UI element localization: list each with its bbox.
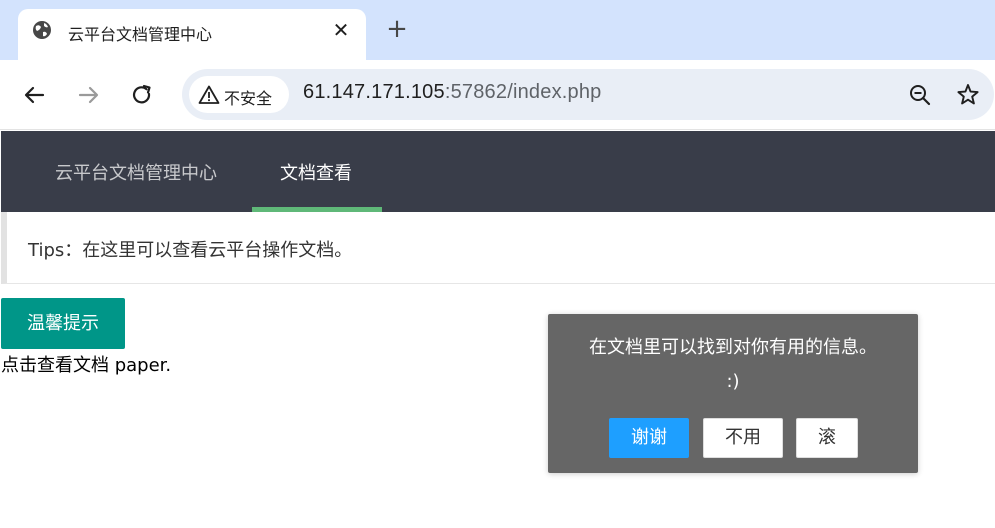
url-host: 61.147.171.105 bbox=[303, 81, 445, 103]
browser-tab-strip: 云平台文档管理中心 ✕ + bbox=[0, 0, 995, 60]
nav-item-docs[interactable]: 文档查看 bbox=[252, 131, 382, 212]
go-away-button[interactable]: 滚 bbox=[796, 418, 858, 458]
new-tab-button[interactable]: + bbox=[382, 14, 412, 44]
nav-item-label: 文档查看 bbox=[280, 163, 352, 184]
no-need-button[interactable]: 不用 bbox=[703, 418, 783, 458]
warning-triangle-icon bbox=[198, 85, 220, 104]
layer-dialog: 在文档里可以找到对你有用的信息。 :) 谢谢 不用 滚 bbox=[548, 314, 918, 473]
dialog-message: 在文档里可以找到对你有用的信息。 :) bbox=[548, 331, 918, 399]
url-text[interactable]: 61.147.171.105:57862/index.php bbox=[303, 81, 602, 104]
close-icon[interactable]: ✕ bbox=[330, 19, 352, 41]
url-path: :57862/index.php bbox=[444, 81, 602, 103]
security-label: 不安全 bbox=[224, 89, 273, 108]
arrow-right-icon[interactable] bbox=[74, 80, 104, 110]
paper-link-text[interactable]: 点击查看文档 paper. bbox=[1, 351, 171, 377]
globe-icon bbox=[33, 21, 51, 39]
tab-title: 云平台文档管理中心 bbox=[68, 25, 213, 44]
warm-tip-button[interactable]: 温馨提示 bbox=[1, 298, 125, 349]
tips-text: Tips：在这里可以查看云平台操作文档。 bbox=[28, 240, 353, 261]
top-navbar: 云平台文档管理中心 文档查看 bbox=[1, 131, 995, 212]
dialog-message-line1: 在文档里可以找到对你有用的信息。 bbox=[589, 337, 877, 358]
browser-tab[interactable]: 云平台文档管理中心 ✕ bbox=[18, 9, 366, 60]
reload-icon[interactable] bbox=[127, 80, 157, 110]
browser-toolbar: 不安全 61.147.171.105:57862/index.php bbox=[0, 60, 995, 130]
zoom-out-icon[interactable] bbox=[907, 82, 933, 108]
security-chip[interactable]: 不安全 bbox=[189, 76, 289, 113]
dialog-message-line2: :) bbox=[726, 371, 740, 392]
arrow-left-icon[interactable] bbox=[19, 80, 49, 110]
tips-blockquote: Tips：在这里可以查看云平台操作文档。 bbox=[1, 212, 995, 284]
site-logo[interactable]: 云平台文档管理中心 bbox=[55, 159, 217, 185]
address-bar[interactable]: 不安全 61.147.171.105:57862/index.php bbox=[182, 69, 994, 120]
star-icon[interactable] bbox=[955, 82, 981, 108]
page-content: 云平台文档管理中心 文档查看 Tips：在这里可以查看云平台操作文档。 温馨提示… bbox=[0, 131, 995, 528]
thanks-button[interactable]: 谢谢 bbox=[609, 418, 689, 458]
